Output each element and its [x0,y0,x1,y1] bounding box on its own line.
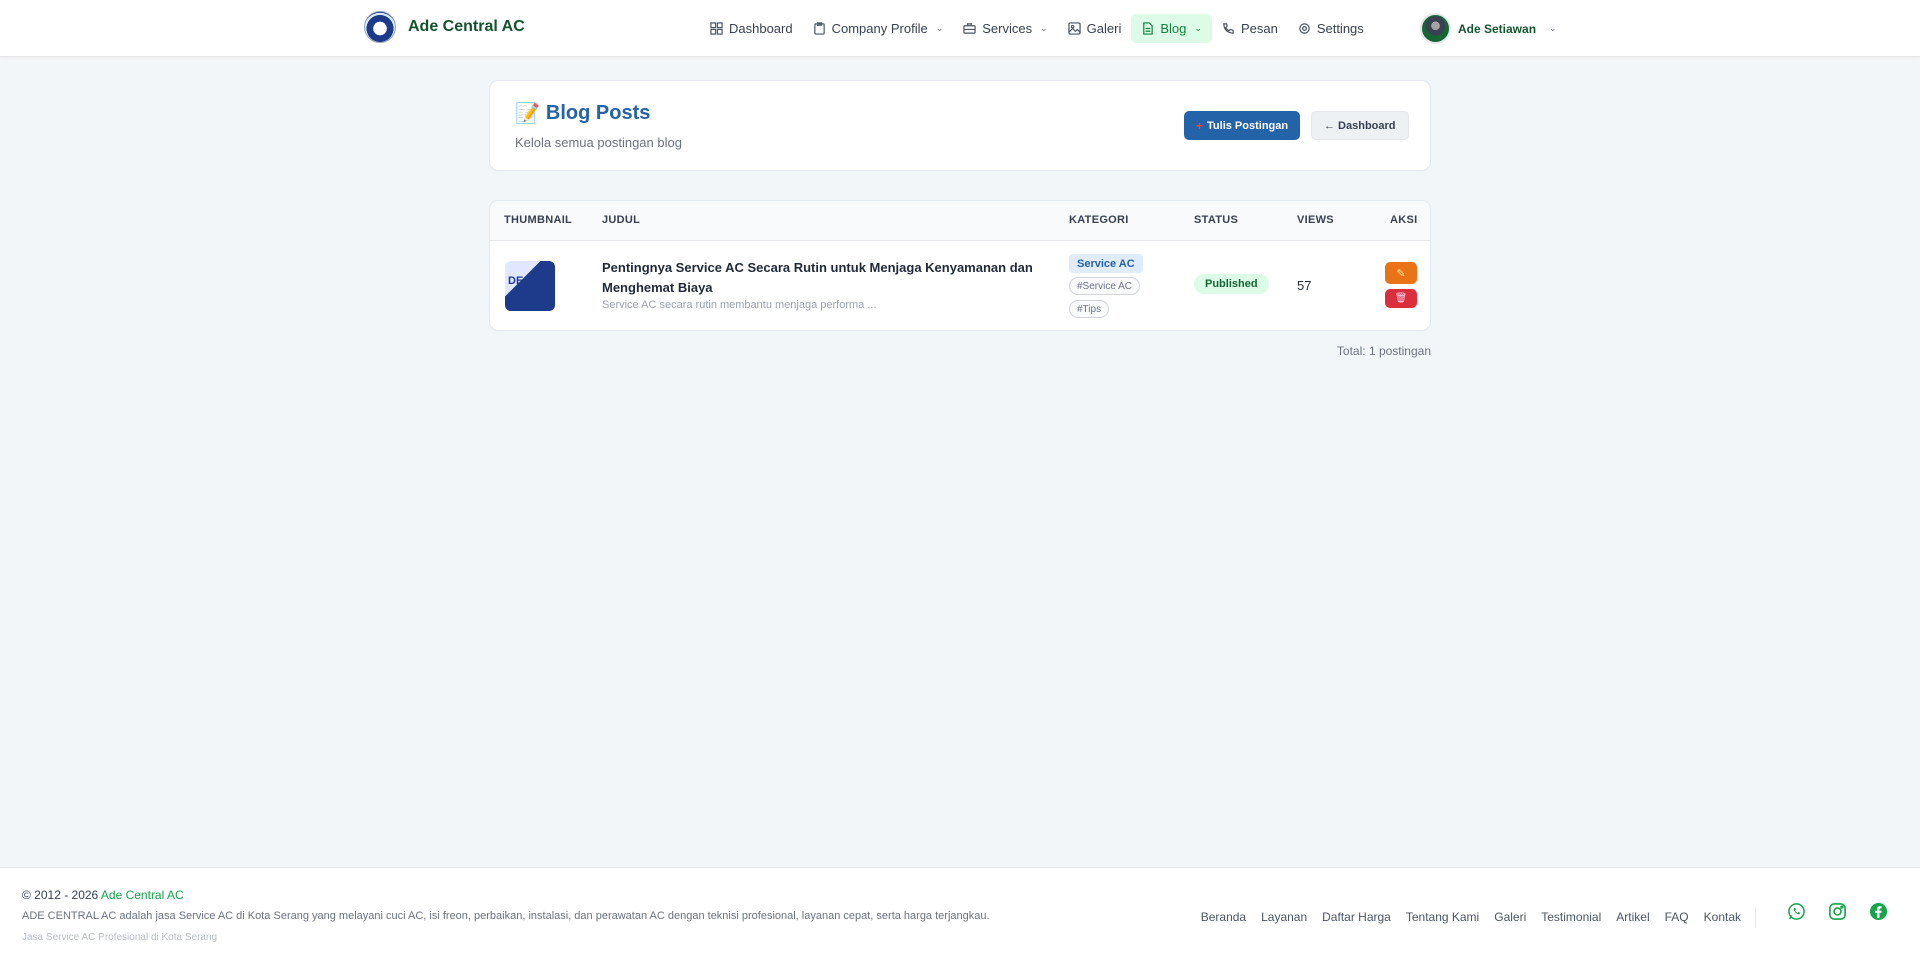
column-status: STATUS [1194,214,1239,226]
page-title: 📝 Blog Posts [515,101,650,126]
nav-item-pesan[interactable]: Pesan [1212,14,1288,43]
brand-logo-icon [364,11,396,43]
grid-icon [710,22,723,35]
nav-item-blog[interactable]: Blog ⌄ [1131,14,1212,43]
nav-item-galeri[interactable]: Galeri [1058,14,1132,43]
top-navbar: Ade Central AC Dashboard Company Profile… [0,0,1920,57]
nav-item-label: Blog [1160,21,1187,36]
edit-button[interactable]: ✎ [1385,262,1417,284]
nav-item-label: Pesan [1240,21,1278,36]
nav-item-dashboard[interactable]: Dashboard [700,14,803,43]
footer-description: ADE CENTRAL AC adalah jasa Service AC di… [22,910,990,922]
chevron-down-icon: ⌄ [1040,23,1048,33]
column-views: VIEWS [1297,214,1334,226]
nav-item-company-profile[interactable]: Company Profile ⌄ [803,14,954,43]
column-thumbnail: THUMBNAIL [504,214,573,226]
copyright: © 2012 - 2026 Ade Central AC [22,888,184,902]
back-to-dashboard-button[interactable]: ← Dashboard [1311,111,1409,140]
footer-link-galeri[interactable]: Galeri [1494,908,1526,928]
clipboard-icon [813,22,826,35]
pencil-icon: ✎ [1396,267,1406,280]
facebook-icon[interactable] [1868,901,1889,922]
chevron-down-icon: ⌄ [1549,23,1557,33]
nav-item-label: Company Profile [831,21,928,36]
instagram-icon[interactable] [1827,901,1848,922]
post-thumbnail[interactable]: DE [505,261,555,311]
nav-item-label: Galeri [1086,21,1122,36]
footer-link-testimonial[interactable]: Testimonial [1541,908,1601,928]
memo-icon: 📝 [515,103,540,125]
footer-link-kontak[interactable]: Kontak [1704,908,1741,928]
column-title: JUDUL [602,214,641,226]
brand-name: Ade Central AC [408,18,525,35]
total-posts: Total: 1 postingan [1336,344,1431,358]
footer-links: Beranda Layanan Daftar Harga Tentang Kam… [1201,908,1756,928]
footer-tagline: Jasa Service AC Profesional di Kota Sera… [22,932,218,943]
chevron-down-icon: ⌄ [935,23,944,33]
table-row: DE Pentingnya Service AC Secara Rutin un… [490,241,1430,330]
blog-posts-table: THUMBNAIL JUDUL KATEGORI STATUS VIEWS AK… [489,200,1431,331]
plus-icon: + [1196,118,1204,133]
footer-link-artikel[interactable]: Artikel [1616,908,1649,928]
nav-item-settings[interactable]: Settings [1288,14,1374,43]
phone-icon [1222,22,1235,35]
main-menu: Dashboard Company Profile ⌄ Services ⌄ G… [700,14,1374,43]
thumbnail-text: DE [508,275,524,287]
nav-item-label: Dashboard [729,21,793,36]
new-post-button[interactable]: + Tulis Postingan [1184,111,1301,140]
chevron-down-icon: ⌄ [1194,23,1202,33]
social-links [1786,901,1889,922]
footer: © 2012 - 2026 Ade Central AC ADE CENTRAL… [0,867,1920,962]
status-badge: Published [1194,274,1269,294]
avatar [1420,13,1451,44]
image-icon [1067,22,1081,35]
footer-link-faq[interactable]: FAQ [1665,908,1689,928]
table-header: THUMBNAIL JUDUL KATEGORI STATUS VIEWS AK… [490,201,1430,241]
whatsapp-icon[interactable] [1786,901,1807,922]
page-title-text: Blog Posts [545,102,651,124]
footer-link-daftar-harga[interactable]: Daftar Harga [1322,908,1391,928]
post-title[interactable]: Pentingnya Service AC Secara Rutin untuk… [602,258,1042,298]
post-excerpt: Service AC secara rutin membantu menjaga… [602,299,877,311]
nav-item-services[interactable]: Services ⌄ [953,14,1057,43]
user-name: Ade Setiawan [1458,21,1537,36]
copyright-years: © 2012 - 2026 [22,888,99,902]
tag-badge: #Tips [1069,300,1110,318]
views-count: 57 [1297,278,1312,293]
footer-link-layanan[interactable]: Layanan [1261,908,1307,928]
delete-button[interactable]: 🗑 [1385,289,1417,308]
nav-item-label: Settings [1316,21,1364,36]
page-subtitle: Kelola semua postingan blog [515,135,682,150]
footer-brand-link[interactable]: Ade Central AC [101,888,184,902]
briefcase-icon [963,22,976,35]
file-icon [1141,22,1154,35]
footer-link-beranda[interactable]: Beranda [1201,908,1246,928]
page-header-card: 📝 Blog Posts Kelola semua postingan blog… [489,80,1431,171]
category-badge: Service AC [1069,254,1143,273]
gear-icon [1298,22,1311,35]
column-actions: AKSI [1390,214,1418,226]
user-menu[interactable]: Ade Setiawan ⌄ [1420,13,1557,44]
nav-item-label: Services [982,21,1033,36]
brand[interactable]: Ade Central AC [364,11,525,43]
column-category: KATEGORI [1069,214,1129,226]
trash-icon: 🗑 [1394,293,1408,304]
tag-badge: #Service AC [1069,277,1141,295]
footer-link-tentang-kami[interactable]: Tentang Kami [1406,908,1479,928]
new-post-label: Tulis Postingan [1207,119,1289,132]
